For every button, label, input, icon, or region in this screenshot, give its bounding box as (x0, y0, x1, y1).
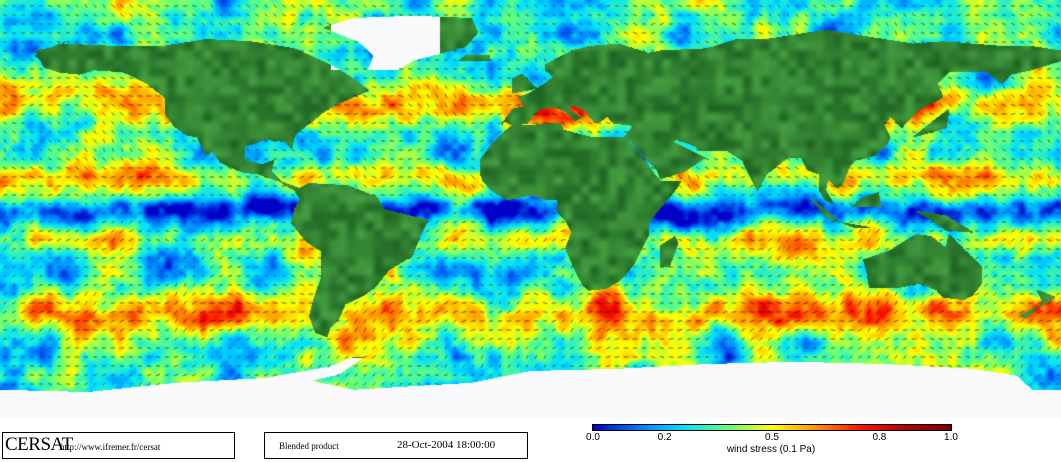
colorbar-gradient (592, 424, 952, 431)
cersat-url[interactable]: http://www.ifremer.fr/cersat (60, 442, 160, 452)
colorbar-legend: 0.0 0.2 0.5 0.8 1.0 wind stress (0.1 Pa) (586, 424, 958, 460)
colorbar-tick: 1.0 (944, 432, 958, 443)
wind-stress-map (0, 0, 1061, 462)
product-label: Blended product (279, 441, 339, 451)
datetime-label: 28-Oct-2004 18:00:00 (397, 439, 496, 451)
colorbar-tick: 0.5 (765, 432, 779, 443)
colorbar-title: wind stress (0.1 Pa) (726, 444, 816, 455)
colorbar-tick: 0.8 (872, 432, 887, 443)
cersat-logo-box: CERSAT http://www.ifremer.fr/cersat (2, 432, 235, 459)
product-info-box: Blended product 28-Oct-2004 18:00:00 (264, 432, 528, 459)
colorbar-tick: 0.0 (586, 432, 600, 443)
colorbar-tick: 0.2 (657, 432, 672, 443)
